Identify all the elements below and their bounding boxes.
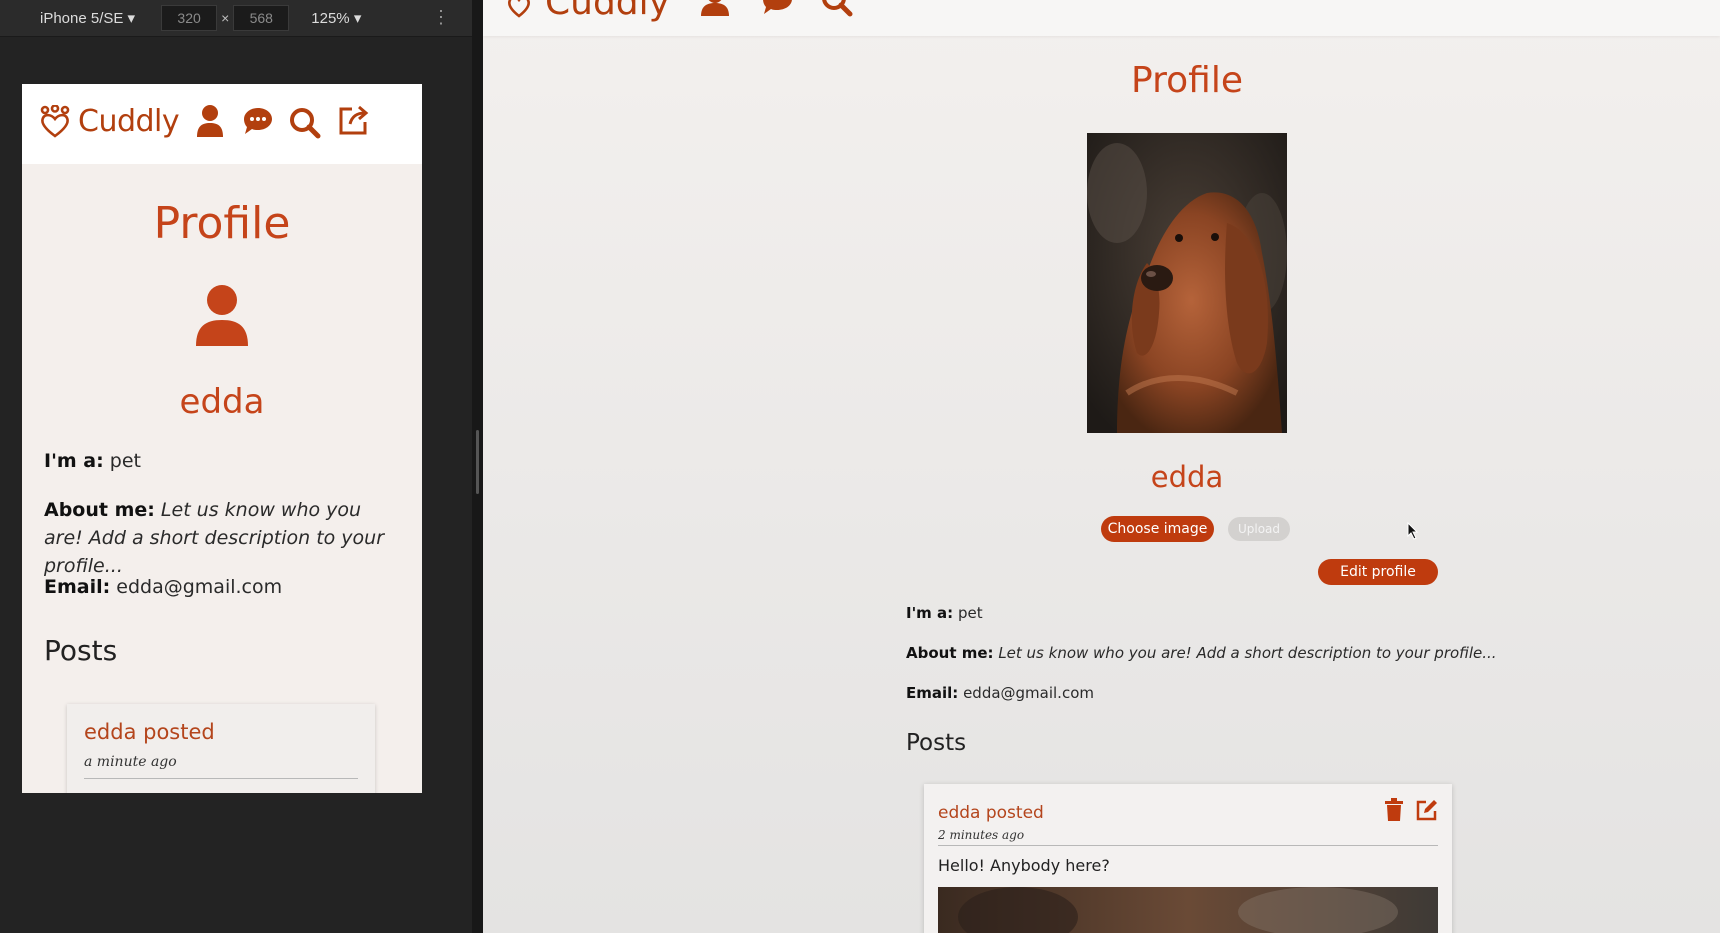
mobile-navbar: Cuddly [22,84,422,164]
mobile-viewport: Cuddly Profile edda I'm a: pet About me:… [22,84,422,793]
post-card: edda posted 2 minutes ago Hello! Anybody… [924,784,1452,933]
device-toolbar: iPhone 5/SE ▾ 320 × 568 125% ▾ ⋮ [0,0,472,37]
posts-heading: Posts [44,634,118,667]
upload-button[interactable]: Upload [1228,517,1290,541]
role-label: I'm a: [44,450,104,472]
role-value: pet [957,604,983,622]
about-label: About me: [906,644,994,662]
username: edda [179,382,265,422]
post-author[interactable]: edda posted [938,803,1044,823]
post-card: edda posted a minute ago [67,704,375,793]
post-image [938,887,1438,933]
edit-profile-button[interactable]: Edit profile [1318,559,1438,585]
search-icon[interactable] [821,0,853,18]
email-field: Email: edda@gmail.com [44,573,404,601]
paw-heart-icon [40,104,70,138]
post-timestamp: 2 minutes ago [938,828,1025,842]
post-timestamp: a minute ago [84,754,177,770]
user-icon[interactable] [700,0,730,16]
post-divider [84,778,358,779]
role-field: I'm a: pet [44,447,404,475]
desktop-navbar: Cuddly [483,0,1720,36]
posts-heading: Posts [906,730,967,756]
more-options-icon[interactable]: ⋮ [432,6,450,28]
role-value: pet [109,450,141,472]
page-title: Profile [153,198,291,249]
viewport-width-input[interactable]: 320 [161,5,218,31]
logout-icon[interactable] [338,104,370,136]
device-select[interactable]: iPhone 5/SE ▾ [40,9,135,27]
role-label: I'm a: [906,604,954,622]
username: edda [1150,460,1224,494]
brand-name: Cuddly [78,104,180,139]
choose-image-button[interactable]: Choose image [1101,516,1214,542]
about-field: About me: Let us know who you are! Add a… [44,496,404,580]
search-icon[interactable] [289,107,321,139]
devtools-panel: iPhone 5/SE ▾ 320 × 568 125% ▾ ⋮ Cuddly [0,0,472,933]
desktop-viewport: Cuddly Profile edda Choose image Upload … [483,0,1720,933]
email-label: Email: [44,576,111,598]
panel-splitter[interactable] [472,0,483,933]
brand-name[interactable]: Cuddly [545,0,670,23]
chat-bubble-icon[interactable] [242,106,274,136]
email-value: edda@gmail.com [963,684,1094,702]
email-label: Email: [906,684,959,702]
post-content: Hello! Anybody here? [938,856,1110,875]
profile-photo [1087,133,1287,433]
post-author[interactable]: edda posted [84,720,215,744]
splitter-handle[interactable] [476,430,479,494]
mobile-logo[interactable]: Cuddly [36,104,180,139]
viewport-height-input[interactable]: 568 [233,5,290,31]
user-icon[interactable] [196,104,224,138]
paw-heart-icon[interactable] [505,0,533,18]
page-title: Profile [1131,60,1243,101]
role-field: I'm a: pet [906,604,1546,622]
cursor-icon [1407,522,1419,540]
about-value: Let us know who you are! Add a short des… [998,644,1497,662]
trash-icon[interactable] [1384,798,1404,822]
chat-bubble-icon[interactable] [760,0,794,16]
post-divider [938,845,1438,846]
about-field: About me: Let us know who you are! Add a… [906,644,1546,662]
about-label: About me: [44,499,155,521]
avatar-placeholder-icon [196,285,248,346]
edit-icon[interactable] [1415,798,1439,822]
dimension-separator: × [221,10,230,26]
zoom-select[interactable]: 125% ▾ [311,9,361,27]
email-value: edda@gmail.com [116,576,283,598]
email-field: Email: edda@gmail.com [906,684,1546,702]
